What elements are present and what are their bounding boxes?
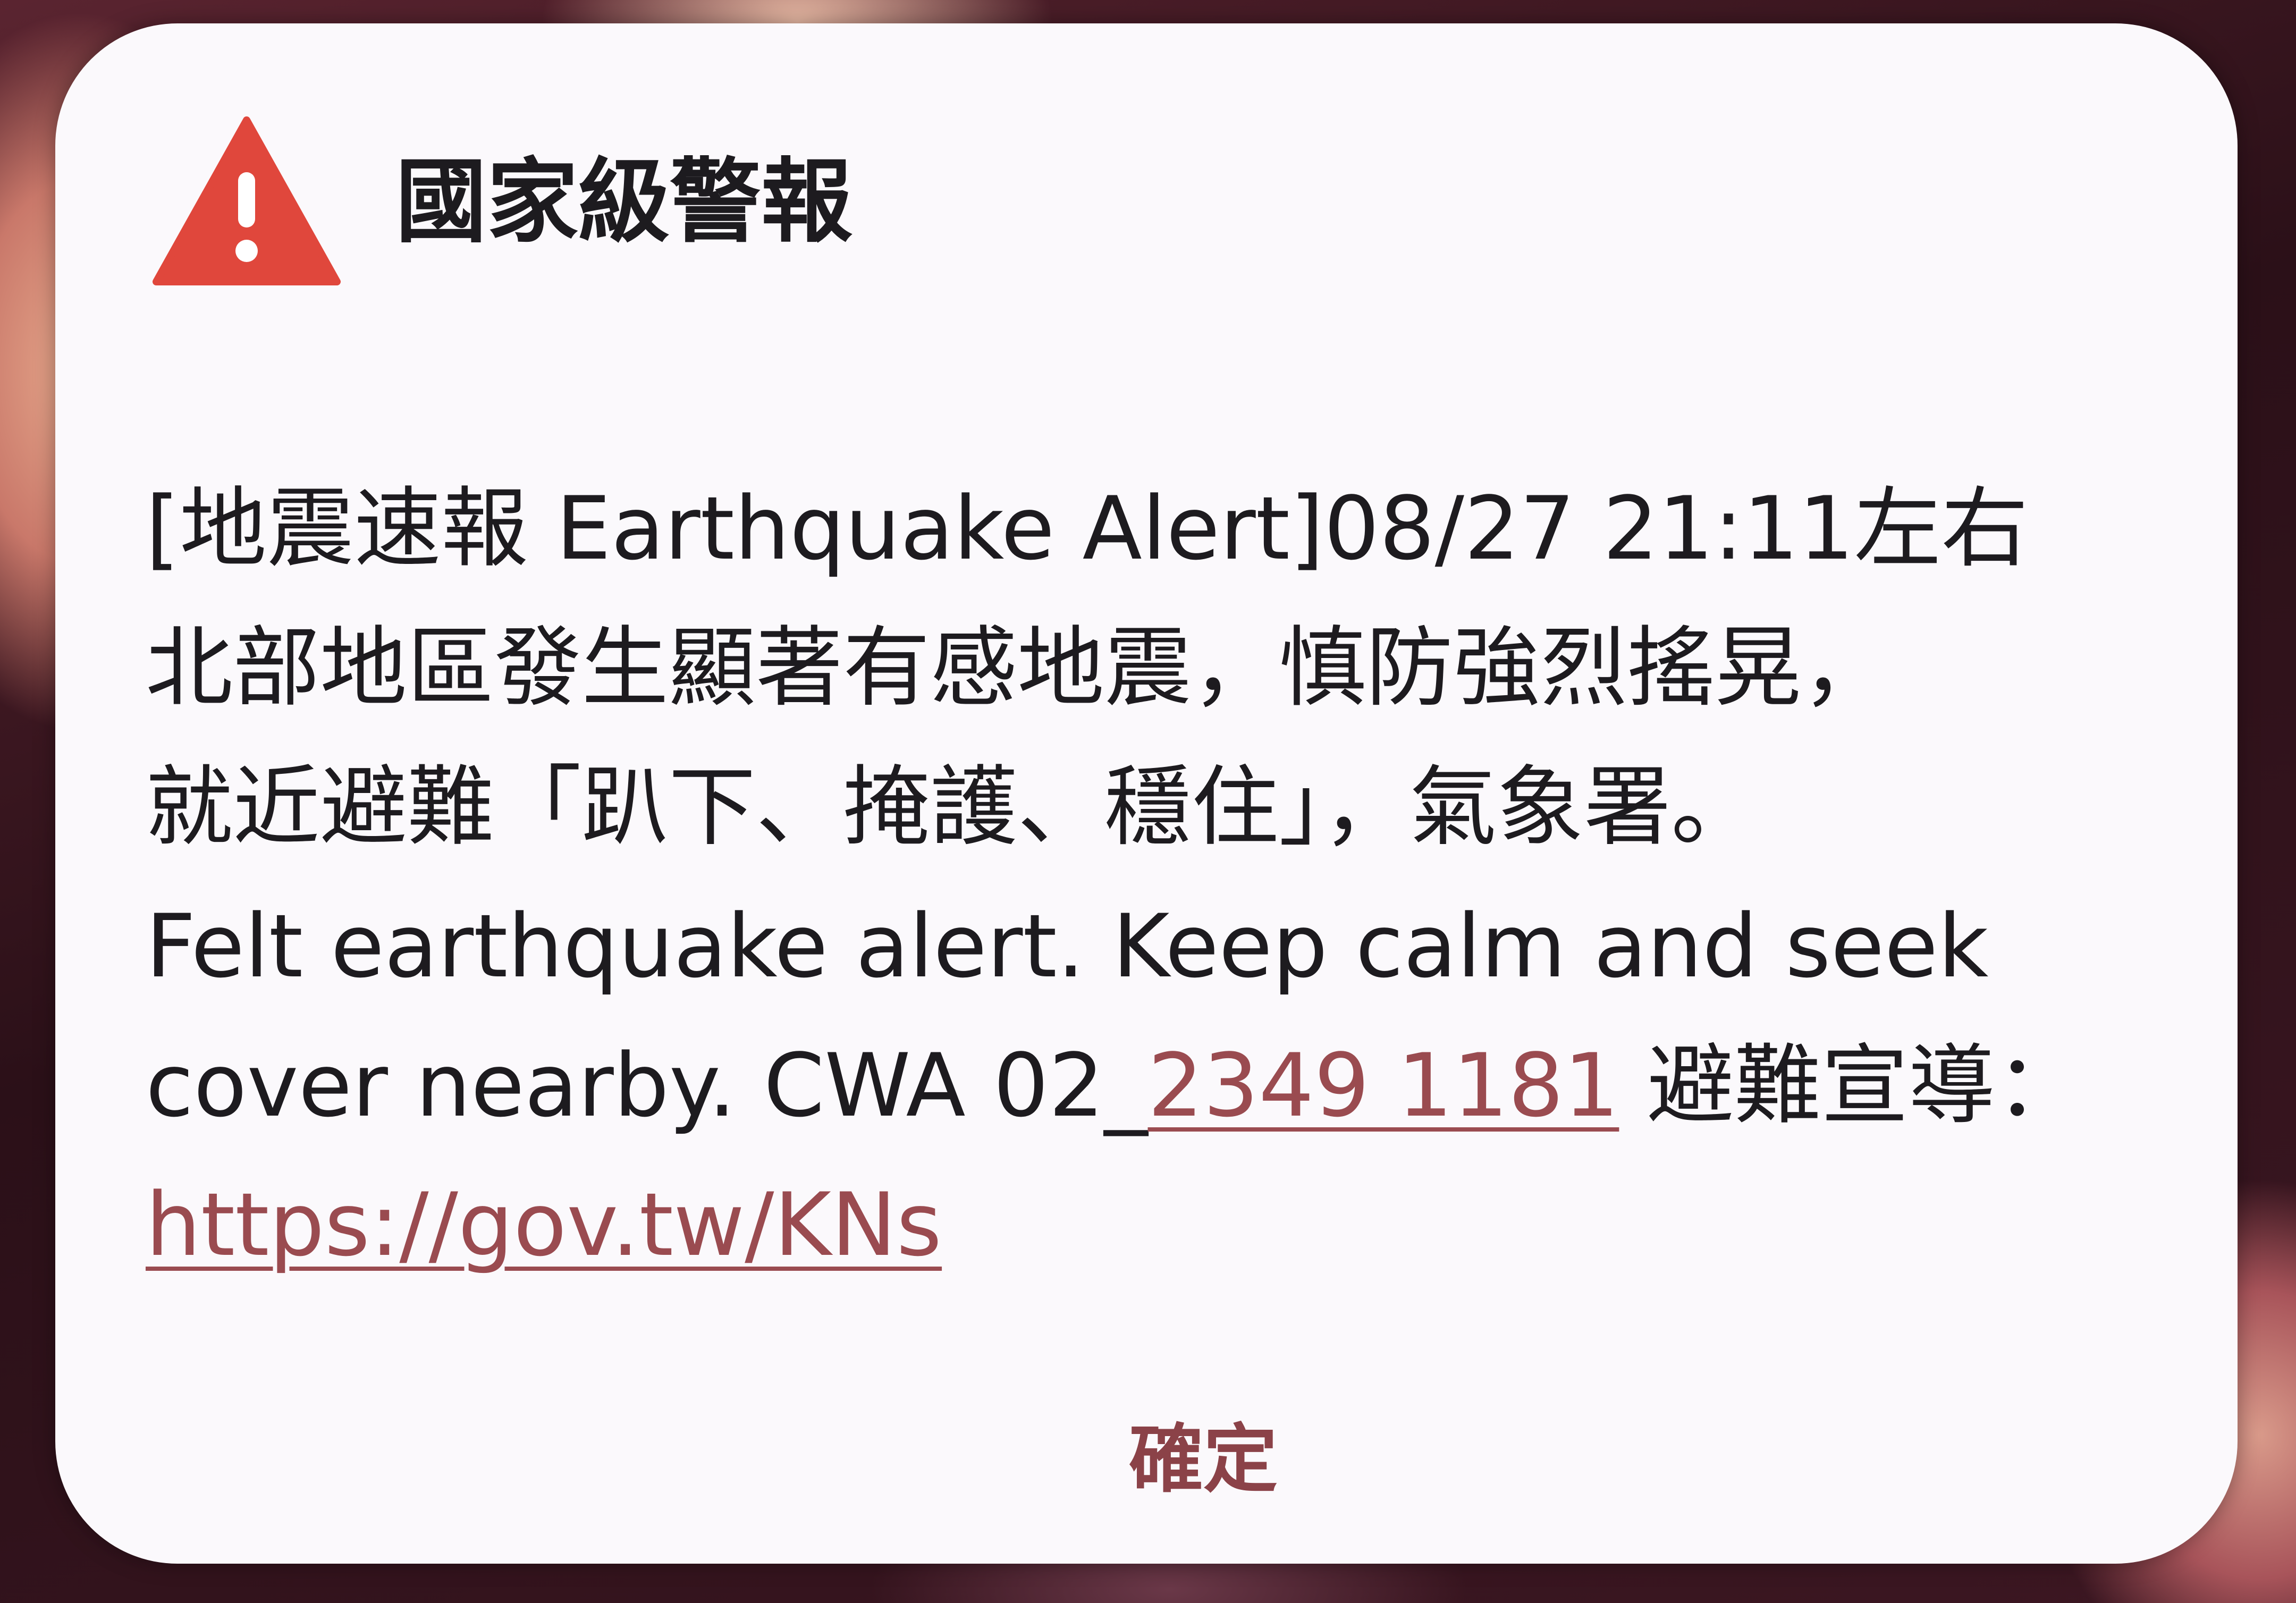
alert-message-line: 北部地區發生顯著有感地震，慎防強烈搖晃， bbox=[146, 617, 1889, 719]
alert-message-line: 就近避難「趴下、掩護、穩住」，氣象署。 bbox=[146, 756, 1759, 858]
url-link[interactable]: https://gov.tw/KNs bbox=[146, 1174, 942, 1276]
alert-message-text: cover nearby. CWA 02_ bbox=[146, 1035, 1148, 1136]
alert-message-line: https://gov.tw/KNs bbox=[146, 1155, 2181, 1295]
emergency-alert-dialog: 國家級警報 [地震速報 Earthquake Alert]08/27 21:11… bbox=[55, 23, 2238, 1564]
phone-number-link[interactable]: 2349 1181 bbox=[1148, 1035, 1619, 1136]
alert-message-line: cover nearby. CWA 02_2349 1181 避難宣導： bbox=[146, 1016, 2181, 1155]
alert-title: 國家級警報 bbox=[395, 148, 852, 255]
confirm-button[interactable]: 確定 bbox=[1076, 1384, 1331, 1522]
alert-message: [地震速報 Earthquake Alert]08/27 21:11左右 北部地… bbox=[146, 459, 2181, 1295]
alert-message-line: [地震速報 Earthquake Alert]08/27 21:11左右 bbox=[146, 478, 2029, 579]
alert-message-line: Felt earthquake alert. Keep calm and see… bbox=[146, 896, 1989, 997]
warning-triangle-icon bbox=[153, 116, 341, 285]
alert-message-text: 避難宣導： bbox=[1619, 1035, 2083, 1136]
